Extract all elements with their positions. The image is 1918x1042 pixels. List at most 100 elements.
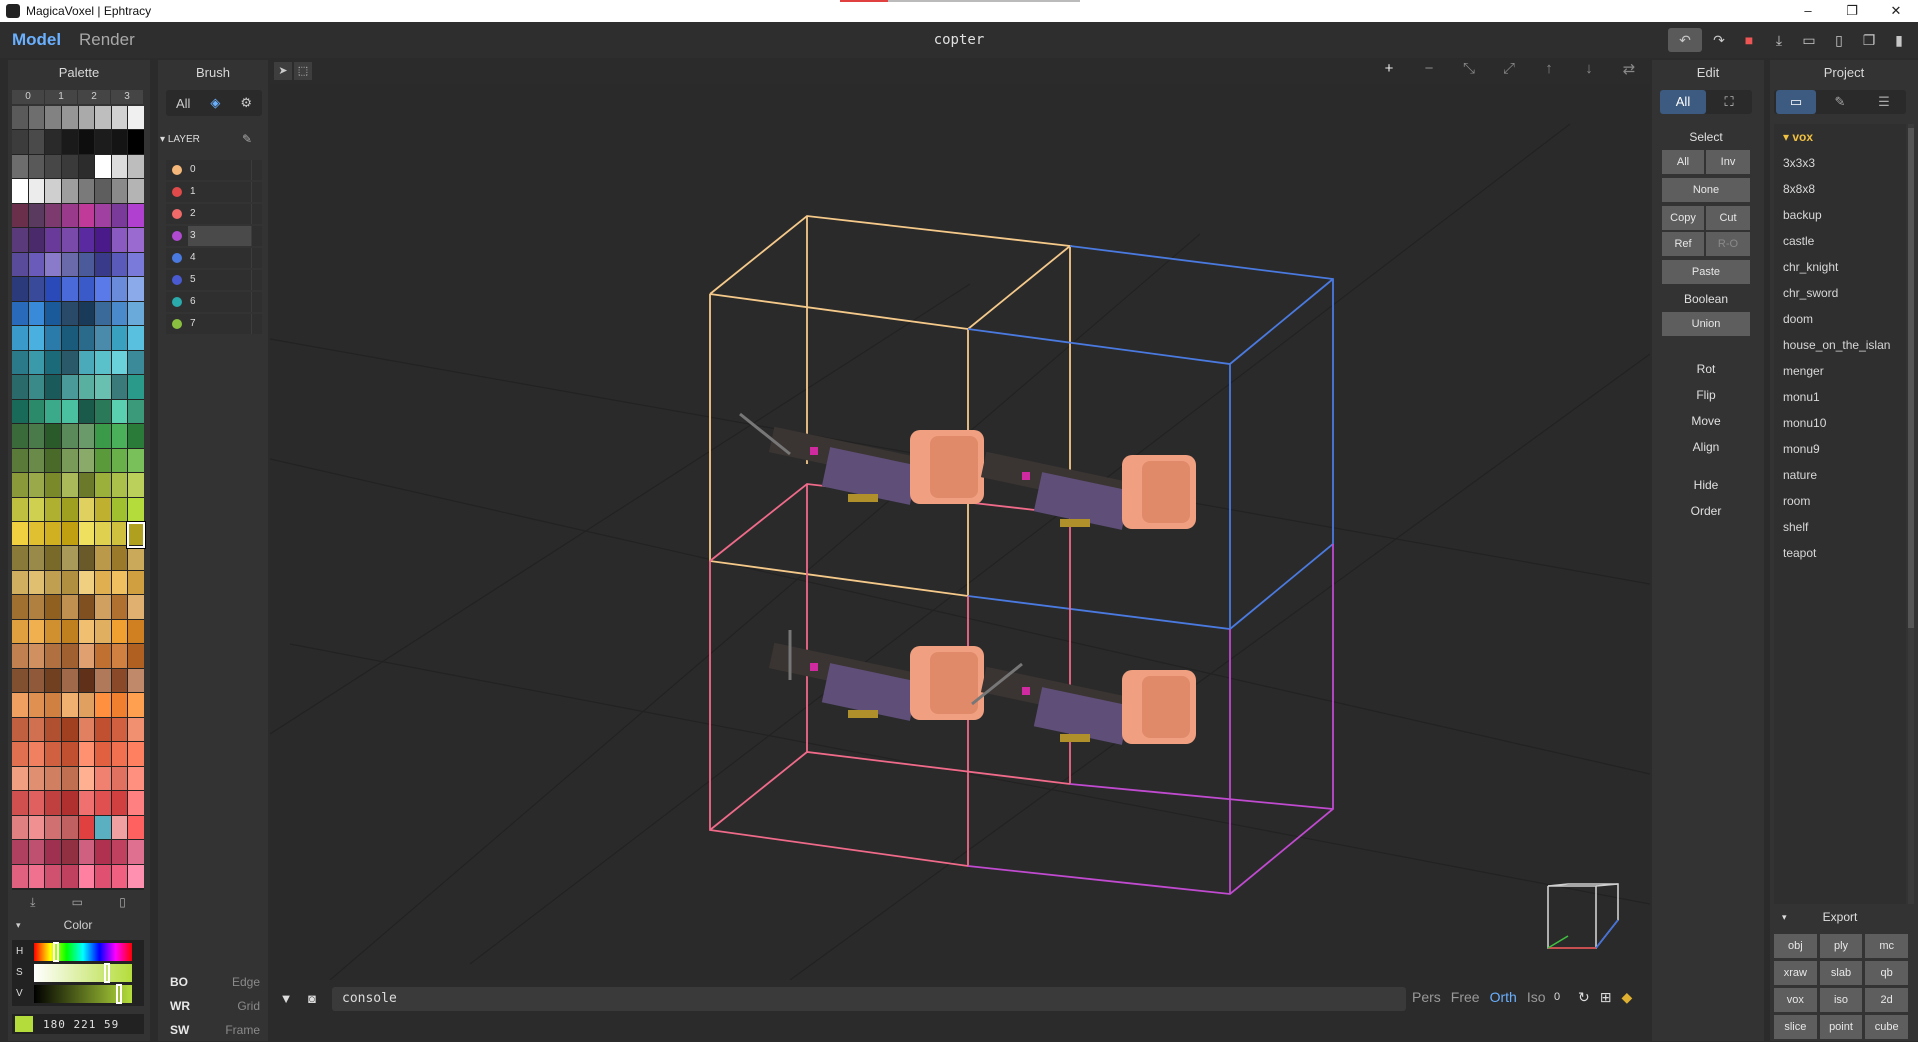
- select-none-button[interactable]: None: [1662, 178, 1750, 202]
- palette-swatch[interactable]: [45, 644, 61, 668]
- palette-swatch[interactable]: [95, 766, 111, 791]
- palette-swatch[interactable]: [111, 521, 128, 546]
- palette-swatch[interactable]: [28, 252, 45, 277]
- import-icon[interactable]: ⤓: [30, 895, 35, 910]
- palette-swatch[interactable]: [95, 815, 111, 840]
- palette-swatch[interactable]: [111, 815, 128, 840]
- project-file-item[interactable]: menger: [1774, 358, 1906, 384]
- palette-swatch[interactable]: [61, 693, 78, 717]
- palette-swatch[interactable]: [78, 326, 95, 350]
- palette-swatch[interactable]: [78, 717, 95, 742]
- palette-swatch[interactable]: [78, 301, 95, 326]
- palette-swatch[interactable]: [45, 742, 61, 766]
- palette-swatch[interactable]: [45, 154, 61, 179]
- palette-swatch[interactable]: [128, 228, 144, 252]
- palette-swatch[interactable]: [95, 840, 111, 864]
- palette-swatch[interactable]: [28, 570, 45, 595]
- zoom-out-icon[interactable]: −: [1416, 60, 1442, 78]
- align-button[interactable]: Align: [1656, 440, 1756, 454]
- export-vox-button[interactable]: vox: [1774, 988, 1817, 1012]
- palette-tab[interactable]: 1: [45, 90, 77, 104]
- palette-swatch[interactable]: [111, 252, 128, 277]
- rgb-readout[interactable]: 180 221 59: [12, 1014, 144, 1034]
- layer-color-dot[interactable]: [172, 275, 182, 285]
- value-knob[interactable]: [116, 984, 123, 1004]
- palette-swatch[interactable]: [95, 546, 111, 570]
- undo-icon[interactable]: ↶: [1668, 28, 1702, 52]
- palette-swatch[interactable]: [28, 399, 45, 424]
- palette-swatch[interactable]: [111, 375, 128, 399]
- arrow-down-icon[interactable]: ↓: [1576, 60, 1602, 78]
- palette-swatch[interactable]: [78, 693, 95, 717]
- palette-swatch[interactable]: [28, 864, 45, 888]
- layer-name[interactable]: 7: [188, 314, 252, 334]
- palette-swatch[interactable]: [95, 864, 111, 888]
- palette-swatch[interactable]: [61, 497, 78, 521]
- fit-icon[interactable]: ⛶: [1706, 90, 1752, 114]
- palette-swatch[interactable]: [128, 668, 144, 693]
- palette-swatch[interactable]: [12, 179, 28, 203]
- palette-swatch[interactable]: [45, 277, 61, 301]
- palette-swatch[interactable]: [61, 448, 78, 473]
- palette-swatch[interactable]: [78, 106, 95, 130]
- palette-swatch[interactable]: [111, 546, 128, 570]
- palette-swatch[interactable]: [95, 375, 111, 399]
- palette-swatch[interactable]: [111, 448, 128, 473]
- palette-swatch[interactable]: [128, 742, 144, 766]
- palette-swatch[interactable]: [61, 644, 78, 668]
- export-slice-button[interactable]: slice: [1774, 1015, 1817, 1039]
- layer-color-dot[interactable]: [172, 165, 182, 175]
- palette-swatch[interactable]: [78, 179, 95, 203]
- pencil-icon[interactable]: ✎: [242, 132, 252, 146]
- palette-swatch[interactable]: [95, 595, 111, 619]
- palette-swatch[interactable]: [128, 766, 144, 791]
- palette-swatch[interactable]: [111, 717, 128, 742]
- palette-swatch[interactable]: [12, 791, 28, 815]
- palette-swatch[interactable]: [28, 130, 45, 154]
- palette-swatch[interactable]: [61, 375, 78, 399]
- order-button[interactable]: Order: [1656, 504, 1756, 518]
- project-file-item[interactable]: doom: [1774, 306, 1906, 332]
- minimize-button[interactable]: –: [1786, 0, 1830, 22]
- palette-swatch[interactable]: [45, 766, 61, 791]
- palette-swatch[interactable]: [128, 497, 144, 521]
- palette-swatch[interactable]: [95, 424, 111, 448]
- palette-swatch[interactable]: [61, 791, 78, 815]
- view-pers[interactable]: Pers: [1412, 989, 1441, 1005]
- palette-swatch[interactable]: [12, 570, 28, 595]
- copy-button[interactable]: Copy: [1662, 206, 1704, 230]
- layer-row[interactable]: 1: [166, 182, 262, 202]
- hide-button[interactable]: Hide: [1656, 478, 1756, 492]
- palette-swatch[interactable]: [128, 546, 144, 570]
- project-file-item[interactable]: backup: [1774, 202, 1906, 228]
- palette-swatch[interactable]: [28, 277, 45, 301]
- palette-swatch[interactable]: [128, 130, 144, 154]
- palette-swatch[interactable]: [78, 791, 95, 815]
- open-icon[interactable]: ▭: [72, 895, 83, 910]
- 3d-viewport[interactable]: [270, 84, 1650, 980]
- palette-swatch[interactable]: [111, 228, 128, 252]
- palette-swatch[interactable]: [78, 399, 95, 424]
- open-icon[interactable]: ▭: [1796, 28, 1822, 52]
- palette-swatch[interactable]: [61, 815, 78, 840]
- layer-name[interactable]: 6: [188, 292, 252, 312]
- brush-option-key[interactable]: WR: [170, 994, 190, 1018]
- console-input[interactable]: console: [332, 987, 1406, 1011]
- palette-swatch[interactable]: [12, 350, 28, 375]
- palette-swatch[interactable]: [61, 766, 78, 791]
- palette-swatch[interactable]: [128, 106, 144, 130]
- palette-swatch[interactable]: [28, 546, 45, 570]
- palette-swatch[interactable]: [61, 350, 78, 375]
- layer-color-dot[interactable]: [172, 297, 182, 307]
- project-file-item[interactable]: teapot: [1774, 540, 1906, 566]
- view-orth[interactable]: Orth: [1490, 989, 1517, 1005]
- palette-swatch[interactable]: [45, 693, 61, 717]
- new-icon[interactable]: ▯: [119, 895, 126, 910]
- export-icon[interactable]: ⤓: [1766, 28, 1792, 52]
- palette-swatch[interactable]: [12, 742, 28, 766]
- palette-swatch[interactable]: [28, 619, 45, 644]
- rotate-button[interactable]: Rot: [1656, 362, 1756, 376]
- select-all-button[interactable]: All: [1662, 150, 1704, 174]
- palette-swatch[interactable]: [61, 277, 78, 301]
- palette-swatch[interactable]: [28, 521, 45, 546]
